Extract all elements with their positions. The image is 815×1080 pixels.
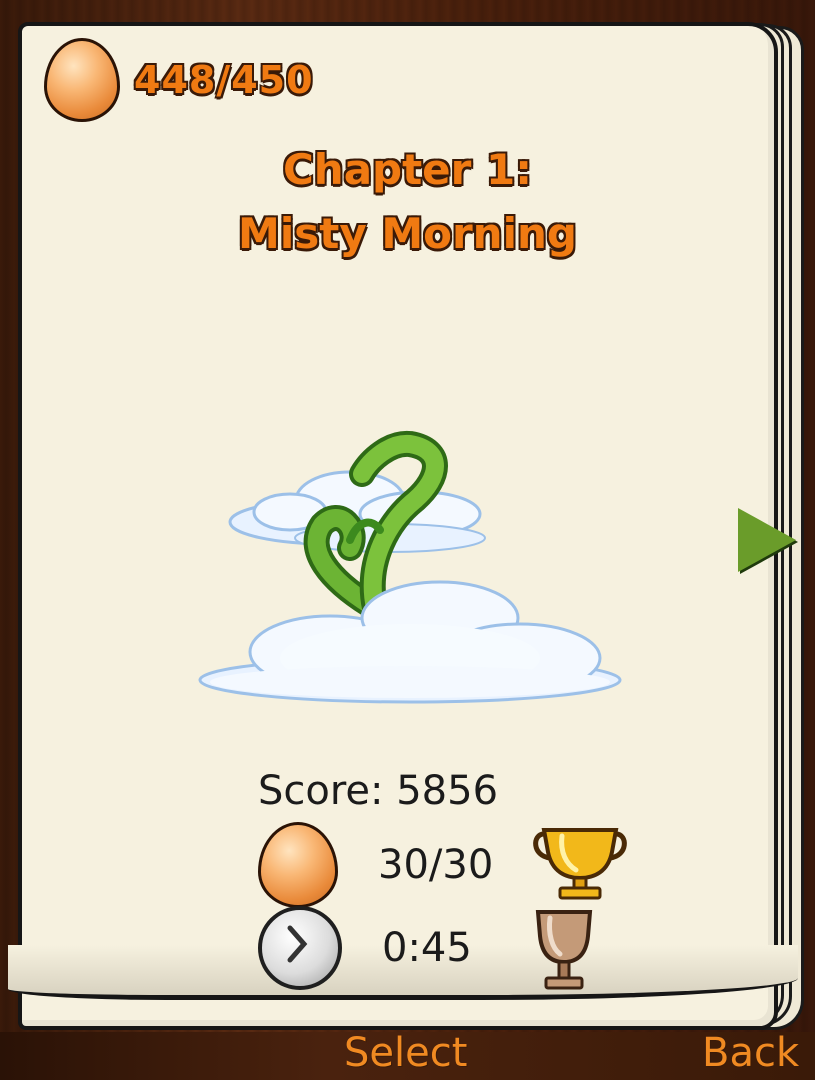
clock-icon (258, 906, 342, 990)
egg-icon (44, 38, 120, 122)
softkeys: Select Back (0, 1030, 815, 1076)
score-text: Score: 5856 (258, 768, 499, 814)
total-egg-count: 448/450 (134, 58, 314, 102)
chapter-preview-image[interactable] (190, 430, 630, 720)
select-softkey[interactable]: Select (344, 1030, 467, 1076)
eggs-collected-row: 30/30 (258, 822, 518, 908)
large-cloud (198, 580, 622, 704)
chapter-name: Misty Morning (238, 209, 577, 258)
gold-trophy-icon (532, 822, 628, 906)
eggs-collected-value: 30/30 (378, 842, 494, 888)
chapter-number: Chapter 1: (282, 145, 533, 194)
back-softkey[interactable]: Back (702, 1030, 799, 1076)
time-value: 0:45 (382, 925, 472, 971)
time-row: 0:45 (258, 906, 522, 990)
right-arrow-icon[interactable] (738, 508, 796, 572)
total-egg-counter: 448/450 (44, 38, 314, 122)
egg-icon (258, 822, 338, 908)
bronze-trophy-icon (532, 906, 596, 998)
